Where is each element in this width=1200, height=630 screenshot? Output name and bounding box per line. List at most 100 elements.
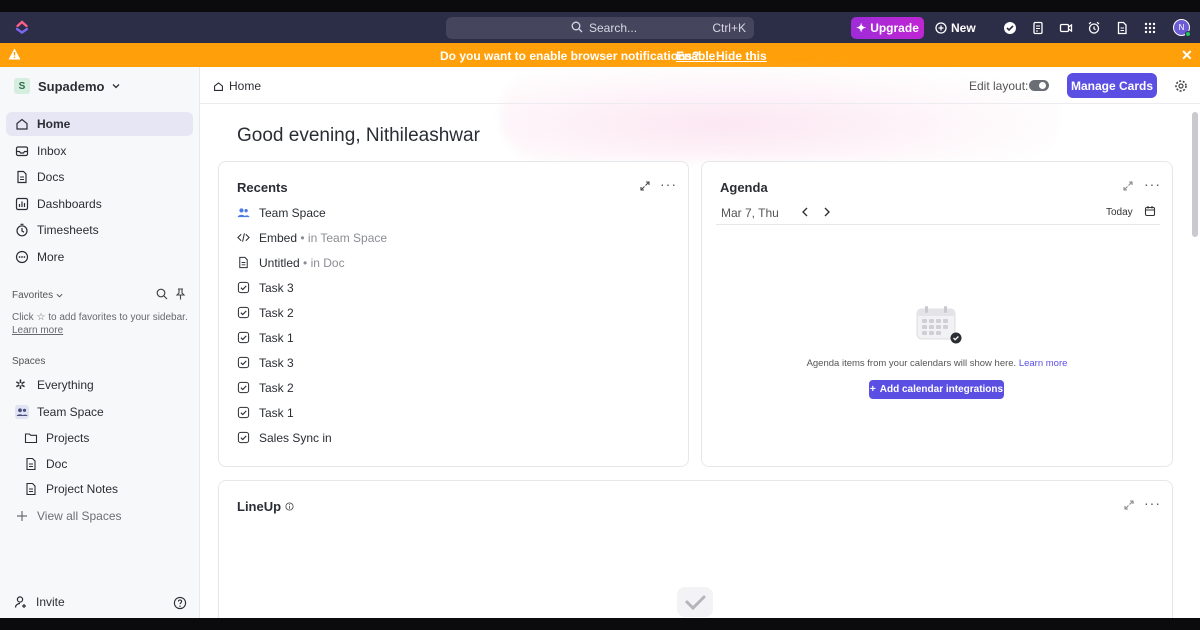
notepad-icon[interactable] — [1030, 20, 1046, 36]
window-top-edge — [0, 0, 1200, 12]
view-all-spaces[interactable]: View all Spaces — [6, 505, 193, 527]
home-icon — [16, 118, 28, 130]
add-calendar-integrations-button[interactable]: + Add calendar integrations — [869, 380, 1004, 399]
alarm-clock-icon[interactable] — [1086, 20, 1102, 36]
sparkle-icon: ✦ — [856, 21, 867, 35]
recent-item-label: Task 1 — [259, 406, 294, 420]
favorites-header[interactable]: Favorites — [12, 290, 63, 301]
page-title: Good evening, Nithileashwar — [237, 125, 480, 146]
clickup-logo-icon[interactable] — [14, 19, 30, 35]
search-icon[interactable] — [156, 288, 168, 300]
new-label: New — [951, 21, 976, 35]
space-item-project-notes[interactable]: Project Notes — [6, 478, 193, 500]
favorites-hint-prefix: Click — [12, 312, 34, 323]
space-item-doc[interactable]: Doc — [6, 453, 193, 475]
doc-icon — [239, 256, 248, 269]
docs-icon — [17, 170, 27, 184]
space-item-label: Team Space — [37, 405, 104, 419]
invite-button[interactable]: Invite — [14, 595, 65, 609]
online-status-dot — [1185, 31, 1191, 37]
chevron-left-icon[interactable] — [801, 207, 809, 217]
plus-icon: + — [869, 384, 876, 395]
recent-item-location: • in Doc — [303, 256, 345, 270]
sidebar-item-label: Docs — [37, 170, 65, 184]
timer-icon — [16, 223, 28, 237]
lineup-check-illustration — [677, 587, 713, 617]
star-icon: ☆ — [36, 312, 46, 323]
pin-icon[interactable] — [175, 288, 186, 300]
sidebar-item-more[interactable]: More — [6, 245, 193, 269]
chevron-right-icon[interactable] — [823, 207, 831, 217]
agenda-title: Agenda — [720, 180, 768, 195]
agenda-empty-message: Agenda items from your calendars will sh… — [806, 358, 1017, 369]
video-icon[interactable] — [1058, 20, 1074, 36]
lineup-title: LineUp — [237, 499, 282, 514]
notification-banner: Do you want to enable browser notificati… — [0, 43, 1200, 67]
recents-title: Recents — [237, 180, 288, 195]
close-icon[interactable]: ✕ — [1181, 47, 1193, 64]
window-bottom-edge — [0, 618, 1200, 630]
apps-grid-icon[interactable] — [1142, 20, 1158, 36]
sidebar-item-docs[interactable]: Docs — [6, 165, 193, 189]
chevron-down-icon — [56, 293, 63, 298]
sidebar-item-label: Home — [37, 117, 71, 131]
doc-icon — [26, 457, 36, 471]
search-placeholder: Search... — [589, 21, 638, 35]
manage-cards-button[interactable]: Manage Cards — [1067, 73, 1157, 98]
sidebar: S Supademo Home Inbox Docs Dashboards Ti… — [0, 67, 200, 618]
home-icon — [214, 81, 223, 91]
check-icon — [685, 595, 706, 611]
favorites-hint-suffix: to add favorites to your sidebar. — [48, 312, 188, 323]
doc-icon — [26, 482, 36, 496]
search-bar[interactable]: Search... Ctrl+K — [446, 17, 754, 39]
sidebar-item-label: Dashboards — [37, 197, 102, 211]
task-icon — [237, 281, 250, 294]
team-icon — [237, 208, 250, 218]
calendar-icon[interactable] — [1144, 205, 1156, 217]
scrollbar[interactable] — [1192, 112, 1198, 237]
enable-notifications-link[interactable]: Enable — [676, 49, 715, 63]
expand-icon[interactable] — [640, 181, 650, 191]
user-plus-icon — [14, 596, 26, 608]
today-button[interactable]: Today — [1106, 207, 1133, 218]
more-options-icon[interactable]: ··· — [1144, 495, 1161, 511]
recent-item-label: Untitled — [259, 256, 300, 270]
workspace-name: Supademo — [38, 78, 105, 94]
space-item-label: Projects — [46, 431, 90, 445]
hide-banner-link[interactable]: Hide this — [716, 49, 767, 63]
divider — [716, 224, 1160, 225]
upgrade-button[interactable]: ✦ Upgrade — [851, 17, 924, 39]
help-icon[interactable] — [173, 596, 187, 610]
everything-icon: ✲ — [15, 377, 26, 392]
check-circle-icon[interactable] — [1002, 20, 1018, 36]
info-icon[interactable] — [285, 502, 294, 511]
space-item-projects[interactable]: Projects — [6, 427, 193, 449]
recent-item-label: Sales Sync in — [259, 431, 332, 445]
edit-layout-label: Edit layout: — [969, 79, 1029, 93]
gear-icon[interactable] — [1174, 79, 1188, 93]
sidebar-item-label: Inbox — [37, 144, 67, 158]
document-icon[interactable] — [1114, 20, 1130, 36]
sidebar-item-home[interactable]: Home — [6, 112, 193, 136]
recent-item-label: Task 2 — [259, 381, 294, 395]
sidebar-item-inbox[interactable]: Inbox — [6, 139, 193, 163]
recent-item-label: Team Space — [259, 206, 326, 220]
sidebar-item-timesheets[interactable]: Timesheets — [6, 218, 193, 242]
more-options-icon[interactable]: ··· — [660, 176, 677, 192]
expand-icon[interactable] — [1123, 181, 1133, 191]
workspace-switcher[interactable]: S Supademo — [14, 78, 120, 94]
recent-item-label: Task 3 — [259, 356, 294, 370]
user-avatar[interactable]: N — [1173, 19, 1191, 37]
expand-icon[interactable] — [1124, 500, 1134, 510]
agenda-learn-more-link[interactable]: Learn more — [1019, 358, 1068, 369]
space-item-everything[interactable]: ✲ Everything — [6, 374, 193, 396]
task-icon — [237, 306, 250, 319]
calendar-illustration-icon — [916, 306, 962, 344]
new-button[interactable]: New — [935, 17, 976, 39]
breadcrumb[interactable]: Home — [213, 79, 261, 93]
edit-layout-toggle[interactable] — [1029, 80, 1049, 91]
space-item-team-space[interactable]: Team Space — [6, 401, 193, 423]
more-options-icon[interactable]: ··· — [1144, 176, 1161, 192]
sidebar-item-dashboards[interactable]: Dashboards — [6, 192, 193, 216]
favorites-learn-more-link[interactable]: Learn more — [12, 325, 63, 336]
